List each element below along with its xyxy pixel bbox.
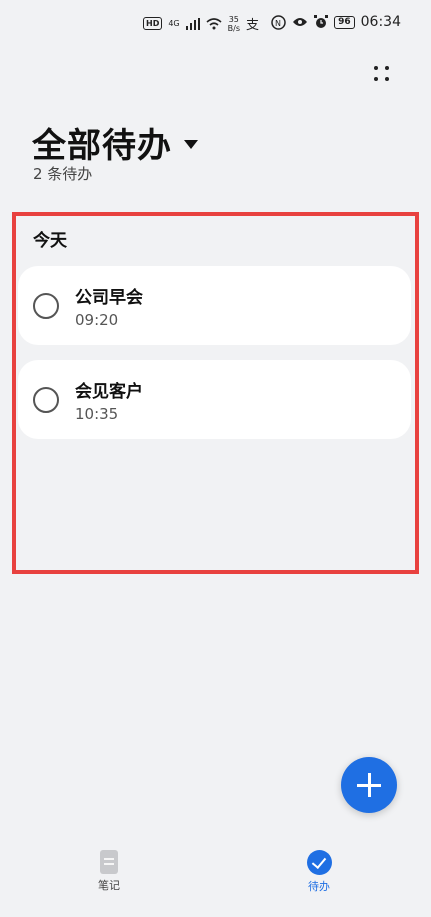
status-right: N 96 06:34 [271, 14, 401, 30]
wifi-icon [206, 17, 222, 29]
status-left: HD 4G 35 B/s 支 [143, 14, 259, 33]
nav-notes[interactable]: 笔记 [79, 850, 139, 893]
signal-icon [185, 17, 200, 30]
net-speed: 35 B/s [228, 15, 240, 33]
net-speed-value: 35 [228, 14, 239, 24]
todo-item[interactable]: 会见客户 10:35 [18, 360, 411, 439]
status-bar: HD 4G 35 B/s 支 N 96 06:34 [0, 0, 431, 48]
alipay-icon: 支 [246, 18, 260, 33]
battery-icon: 96 [334, 15, 355, 29]
todo-time: 10:35 [75, 405, 119, 423]
page-title: 全部待办 [32, 126, 172, 166]
todo-checkbox[interactable] [33, 387, 59, 413]
note-icon [100, 850, 118, 874]
eye-icon [293, 18, 308, 26]
check-circle-icon [306, 850, 332, 875]
todo-count: 2 条待办 [33, 165, 93, 183]
nav-todo[interactable]: 待办 [289, 850, 349, 894]
net-speed-unit: B/s [227, 23, 240, 33]
alarm-icon [314, 15, 329, 28]
todo-time: 09:20 [75, 311, 119, 329]
nfc-icon: N [271, 14, 286, 30]
network-label: 4G [168, 19, 180, 28]
nav-notes-label: 笔记 [98, 879, 120, 892]
more-dot-icon [374, 66, 378, 70]
plus-icon [367, 773, 371, 797]
section-today-label: 今天 [33, 231, 67, 251]
more-menu-button[interactable] [365, 60, 399, 94]
svg-text:N: N [275, 19, 281, 28]
more-dot-icon [385, 66, 389, 70]
add-todo-button[interactable] [341, 757, 397, 813]
bottom-nav: 笔记 待办 [0, 840, 431, 917]
todo-checkbox[interactable] [33, 293, 59, 319]
caret-down-icon [184, 140, 198, 149]
list-filter-dropdown[interactable]: 全部待办 [32, 118, 198, 167]
nav-todo-label: 待办 [308, 880, 330, 893]
hd-badge: HD [143, 17, 163, 30]
todo-title: 公司早会 [75, 288, 143, 308]
todo-title: 会见客户 [75, 382, 143, 402]
more-dot-icon [385, 77, 389, 81]
more-dot-icon [374, 77, 378, 81]
todo-item[interactable]: 公司早会 09:20 [18, 266, 411, 345]
clock: 06:34 [360, 14, 401, 30]
